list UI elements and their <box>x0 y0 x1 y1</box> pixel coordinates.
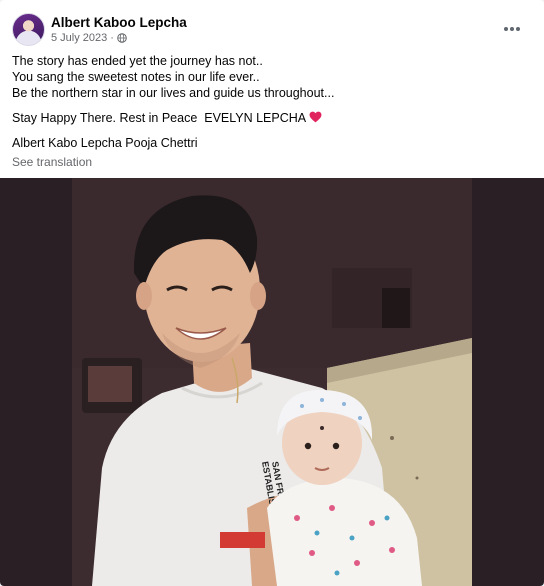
more-options-icon[interactable] <box>500 19 524 39</box>
message-line: The story has ended yet the journey has … <box>12 54 263 68</box>
red-heart-icon <box>309 111 322 123</box>
post-header: Albert Kaboo Lepcha 5 July 2023 · <box>12 13 532 49</box>
author-name[interactable]: Albert Kaboo Lepcha <box>51 15 187 30</box>
tribute-line: Stay Happy There. Rest in Peace EVELYN L… <box>12 110 532 126</box>
globe-icon <box>117 33 127 43</box>
avatar[interactable] <box>12 13 45 46</box>
post-photo[interactable]: SAN FRANC ESTABLISHE <box>72 178 472 586</box>
photo-illustration: SAN FRANC ESTABLISHE <box>72 178 472 586</box>
post-date[interactable]: 5 July 2023 <box>51 32 107 44</box>
message-paragraph: The story has ended yet the journey has … <box>12 53 532 101</box>
post-photo-container[interactable]: SAN FRANC ESTABLISHE <box>0 178 544 586</box>
tags-line: Albert Kabo Lepcha Pooja Chettri <box>12 135 532 151</box>
tribute-text: Stay Happy There. Rest in Peace EVELYN L… <box>12 111 307 125</box>
post-message: The story has ended yet the journey has … <box>12 53 532 160</box>
meta-separator: · <box>110 32 114 44</box>
post-meta: 5 July 2023 · <box>51 32 127 44</box>
message-line: You sang the sweetest notes in our life … <box>12 70 260 84</box>
tagged-names[interactable]: Albert Kabo Lepcha Pooja Chettri <box>12 136 198 150</box>
message-line: Be the northern star in our lives and gu… <box>12 86 335 100</box>
see-translation-link[interactable]: See translation <box>12 155 92 169</box>
facebook-post: Albert Kaboo Lepcha 5 July 2023 · The st… <box>0 0 544 586</box>
